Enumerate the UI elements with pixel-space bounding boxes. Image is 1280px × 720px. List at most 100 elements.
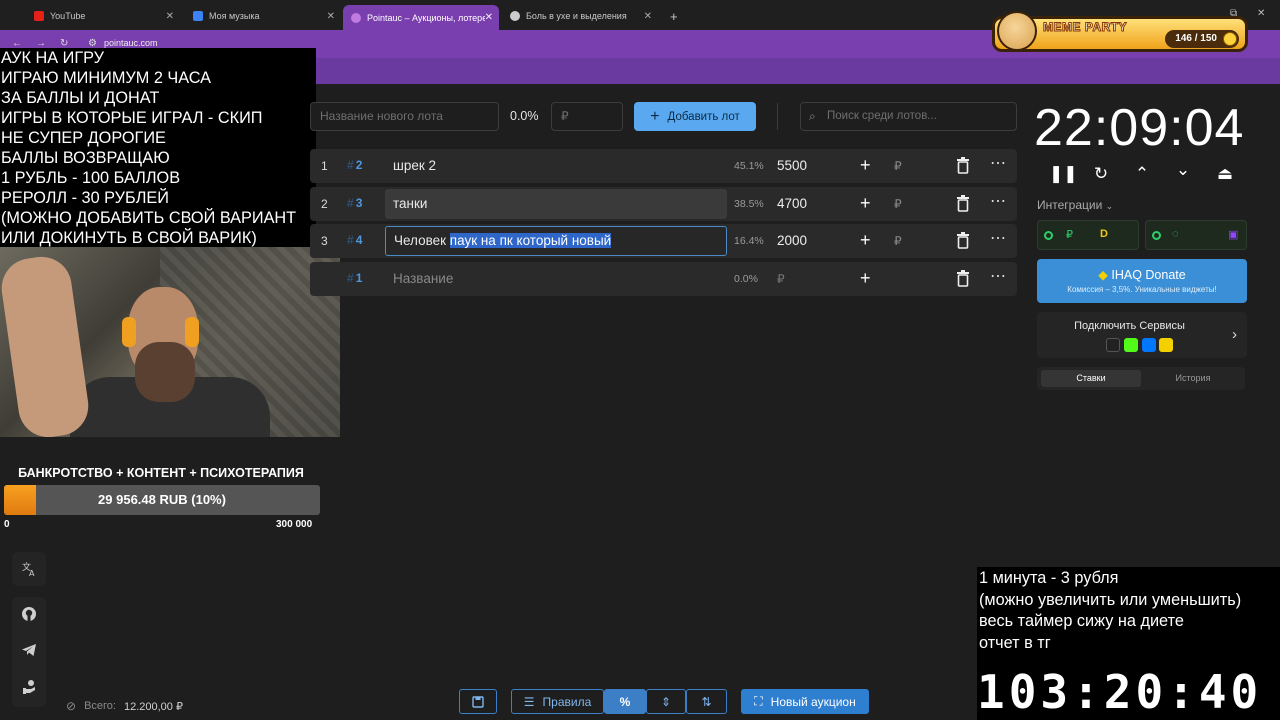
tab-bets[interactable]: Ставки: [1041, 370, 1141, 387]
tab-label: Pointauc – Аукционы, лотереи: [367, 12, 485, 23]
meme-counter-value: 146 / 150: [1175, 33, 1217, 44]
lot-amount[interactable]: 4700: [777, 196, 807, 211]
chevron-down-icon[interactable]: ⌄: [1172, 160, 1194, 180]
percent-mode-button[interactable]: %: [604, 689, 646, 714]
sort-button[interactable]: ⇅: [686, 689, 727, 714]
lot-name-input[interactable]: танки: [385, 189, 727, 219]
save-icon: [472, 695, 484, 708]
close-icon[interactable]: ✕: [485, 12, 493, 23]
auction-timer: 22:09:04: [1034, 99, 1245, 157]
lot-name-input[interactable]: Название: [385, 264, 727, 294]
pause-icon[interactable]: ❚❚: [1049, 164, 1078, 184]
new-lot-price-input[interactable]: ₽: [551, 102, 623, 131]
lot-amount[interactable]: 2000: [777, 233, 807, 248]
more-icon[interactable]: ⋯: [990, 266, 1007, 286]
tab-label: Моя музыка: [209, 11, 260, 21]
tab-pointauc[interactable]: Pointauc – Аукционы, лотереи ✕: [343, 5, 499, 30]
trash-icon[interactable]: [956, 231, 970, 249]
new-auction-label: Новый аукцион: [770, 694, 856, 709]
more-icon[interactable]: ⋯: [990, 153, 1007, 173]
save-button[interactable]: [459, 689, 497, 714]
ihaq-donate-card[interactable]: ◆ IHAQ Donate Комиссия – 3,5%. Уникальны…: [1037, 259, 1247, 303]
meme-counter: 146 / 150: [1165, 30, 1239, 48]
lot-search-input[interactable]: ⌕ Поиск среди лотов...: [800, 102, 1017, 131]
lot-rank: 1: [321, 159, 328, 173]
tab-history[interactable]: История: [1143, 370, 1243, 387]
tab-article[interactable]: Боль в ухе и выделения ✕: [502, 5, 658, 27]
integrations-toggle[interactable]: Интеграции ⌄: [1037, 198, 1113, 212]
rules-button[interactable]: ☰ Правила: [511, 689, 604, 714]
donation-goal-bar: 29 956.48 RUB (10%): [4, 485, 320, 515]
youtube-icon: [34, 11, 44, 21]
search-placeholder: Поиск среди лотов...: [827, 110, 937, 122]
plus-icon[interactable]: +: [860, 230, 871, 251]
lot-add-amount[interactable]: ₽: [894, 159, 902, 173]
plus-icon[interactable]: +: [860, 268, 871, 289]
url-field[interactable]: pointauc.com: [104, 38, 158, 48]
compact-view-button[interactable]: ⇕: [646, 689, 686, 714]
restart-icon[interactable]: ↻: [1090, 164, 1112, 184]
donate-hand-icon[interactable]: [12, 670, 46, 704]
overlay-line: (МОЖНО ДОБАВИТЬ СВОЙ ВАРИАНТ: [1, 209, 297, 227]
double-chevron-up-icon[interactable]: ⏏: [1214, 164, 1236, 184]
lot-add-amount[interactable]: ₽: [894, 197, 902, 211]
lot-rank: 3: [321, 234, 328, 248]
tab-label: YouTube: [50, 11, 86, 21]
plus-icon[interactable]: +: [860, 193, 871, 214]
chevron-up-icon[interactable]: ⌃: [1131, 164, 1153, 184]
lot-id: #1: [347, 271, 363, 285]
lot-add-amount[interactable]: ₽: [894, 234, 902, 248]
overlay-line: ИГРАЮ МИНИМУМ 2 ЧАСА: [1, 69, 212, 87]
plus-icon[interactable]: +: [860, 155, 871, 176]
overlay-line: РЕРОЛЛ - 30 РУБЛЕЙ: [1, 189, 169, 207]
github-icon[interactable]: [12, 597, 46, 631]
boosty-icon: [1159, 338, 1173, 352]
total-label: Всего:: [84, 700, 116, 712]
new-lot-name-input[interactable]: Название нового лота: [310, 102, 499, 131]
trash-icon[interactable]: [956, 156, 970, 174]
lot-id: #2: [347, 158, 363, 172]
connect-services-card[interactable]: Подключить Сервисы ›: [1037, 312, 1247, 358]
close-icon[interactable]: ✕: [644, 11, 652, 22]
goal-min: 0: [4, 519, 10, 530]
tab-label: Боль в ухе и выделения: [526, 11, 627, 21]
status-dot-icon: [1152, 231, 1161, 240]
lot-row: 1 #2 шрек 2 45.1% 5500 + ₽ ⋯: [310, 149, 1017, 183]
pointauc-icon: [351, 12, 361, 23]
doge-avatar: [997, 11, 1037, 51]
trash-icon[interactable]: [956, 194, 970, 212]
lot-name-input[interactable]: Человек паук на пк который новый: [385, 226, 727, 256]
eye-off-icon[interactable]: ⊘: [66, 699, 76, 713]
add-lot-button[interactable]: + Добавить лот: [634, 102, 756, 131]
new-auction-button[interactable]: ⛶ Новый аукцион: [741, 689, 869, 714]
lot-amount[interactable]: ₽: [777, 272, 785, 286]
lot-amount[interactable]: 5500: [777, 158, 807, 173]
overlay-line: отчет в тг: [979, 633, 1051, 652]
more-icon[interactable]: ⋯: [990, 228, 1007, 248]
search-icon: ⌕: [809, 109, 816, 123]
list-icon: ☰: [523, 694, 535, 709]
lot-row: #1 Название 0.0% ₽ + ⋯: [310, 262, 1017, 296]
trash-icon[interactable]: [956, 269, 970, 287]
integration-twitch[interactable]: ◌ ▣: [1145, 220, 1247, 250]
new-tab-button[interactable]: +: [662, 5, 682, 27]
overlay-line: 1 минута - 3 рубля: [979, 569, 1119, 587]
meme-party-badge: MEME PARTY 146 / 150: [992, 11, 1248, 52]
overlay-line: (можно увеличить или уменьшить): [979, 590, 1242, 609]
close-icon[interactable]: ✕: [327, 11, 335, 22]
integration-donation[interactable]: ₽ D: [1037, 220, 1139, 250]
more-icon[interactable]: ⋯: [990, 191, 1007, 211]
lot-row: 2 #3 танки 38.5% 4700 + ₽ ⋯: [310, 187, 1017, 221]
close-window-icon[interactable]: ✕: [1257, 8, 1265, 19]
lot-id: #4: [347, 233, 363, 247]
lot-name-input[interactable]: шрек 2: [385, 151, 727, 181]
tab-youtube[interactable]: YouTube ✕: [26, 5, 180, 27]
close-icon[interactable]: ✕: [166, 11, 174, 22]
translate-icon[interactable]: 文A: [12, 552, 46, 586]
lot-percent: 38.5%: [734, 198, 764, 210]
telegram-icon[interactable]: [12, 633, 46, 667]
vk-icon: [1142, 338, 1156, 352]
donation-goal-title: БАНКРОТСТВО + КОНТЕНТ + ПСИХОТЕРАПИЯ: [18, 466, 304, 480]
tab-music[interactable]: Моя музыка ✕: [185, 5, 341, 27]
overlay-line: ЗА БАЛЛЫ И ДОНАТ: [1, 89, 160, 107]
